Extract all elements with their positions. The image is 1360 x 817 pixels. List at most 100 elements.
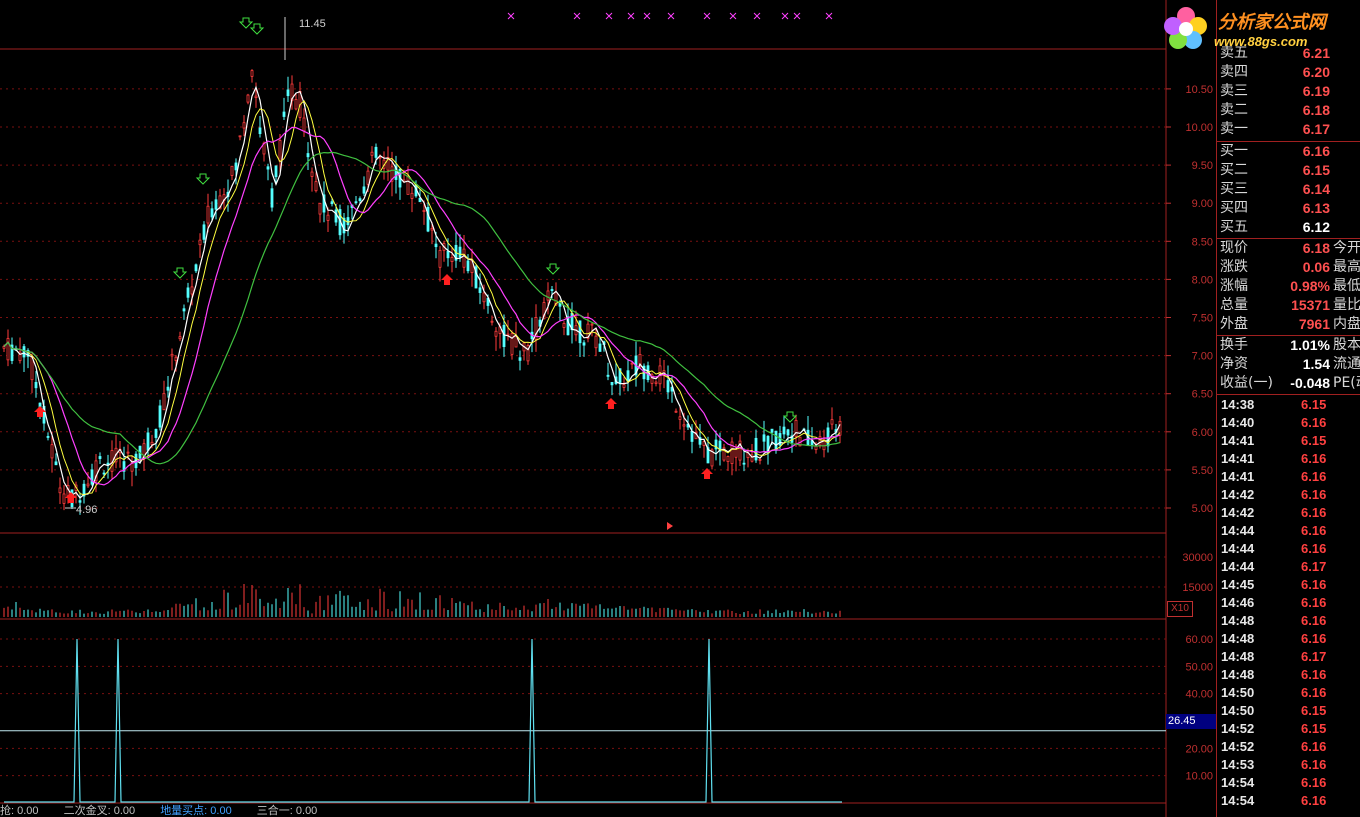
candle-body [274, 165, 278, 178]
candle-body [582, 342, 586, 346]
tick-row: 14:42 6.16 [1217, 486, 1360, 504]
tick-time: 14:46 [1221, 595, 1255, 610]
tick-price: 6.15 [1301, 397, 1327, 412]
candle-body [238, 135, 242, 138]
quote-value: 6.13 [1302, 200, 1330, 216]
indicator-current-value: 26.45 [1166, 714, 1218, 729]
tick-row: 14:38 6.15 [1217, 396, 1360, 414]
indicator-legend-item: 抢: 0.00 [0, 805, 39, 817]
quote-label: 收益(一) [1220, 375, 1273, 391]
candle-body [786, 429, 790, 436]
tick-time: 14:54 [1221, 793, 1255, 808]
tick-time: 14:52 [1221, 739, 1255, 754]
sell-signal-icon [545, 263, 561, 275]
candle-body [682, 424, 686, 427]
quote-label: 净资 [1220, 356, 1248, 372]
candle-body [726, 456, 730, 462]
price-tick-label: 7.50 [1192, 313, 1213, 325]
tick-price: 6.16 [1301, 685, 1327, 700]
tick-price: 6.16 [1301, 541, 1327, 556]
candle-body [50, 444, 54, 459]
candle-body [678, 416, 682, 420]
tick-time: 14:44 [1221, 523, 1255, 538]
candle-body [166, 386, 170, 391]
candle-body [654, 381, 658, 384]
candle-body [254, 95, 258, 98]
indicator-tick-label: 20.00 [1185, 743, 1213, 755]
site-logo[interactable]: 分析家公式网 www.88gs.com [1158, 0, 1360, 56]
sell-signal-icon [195, 173, 211, 185]
candle-body [146, 432, 150, 451]
tick-row: 14:41 6.15 [1217, 432, 1360, 450]
candle-body [190, 286, 194, 295]
tick-time: 14:48 [1221, 649, 1255, 664]
tick-time: 14:41 [1221, 451, 1255, 466]
candle-body [194, 264, 198, 272]
quote-label: 总量 [1220, 297, 1248, 313]
candle-body [78, 500, 82, 503]
candle-body [266, 166, 270, 170]
quote-extra-label: 流通 [1333, 356, 1360, 372]
candle-body [374, 146, 378, 158]
indicator-legend-item: 地量买点: 0.00 [160, 805, 232, 817]
price-tick-label: 5.00 [1192, 503, 1213, 515]
candle-body [102, 472, 106, 475]
tick-price: 6.17 [1301, 649, 1327, 664]
tick-price: 6.16 [1301, 451, 1327, 466]
candle-body [22, 346, 26, 358]
kline-chart-canvas[interactable]: 10.50 10.00 9.50 9.00 8.50 8.00 7.50 7.00 6.50 6.… [0, 0, 1216, 817]
quote-row: 买五 6.12 [1217, 218, 1360, 237]
candle-body [502, 324, 506, 348]
candle-body [310, 171, 314, 177]
candle-body [830, 419, 834, 425]
candle-body [770, 428, 774, 433]
candle-body [58, 487, 62, 494]
tick-row: 14:48 6.16 [1217, 666, 1360, 684]
indicator-tick-label: 10.00 [1185, 771, 1213, 783]
quote-value: 6.20 [1302, 64, 1330, 80]
quote-label: 换手 [1220, 337, 1248, 353]
price-tick-label: 8.00 [1192, 274, 1213, 286]
candle-body [278, 140, 282, 162]
tick-price: 6.16 [1301, 523, 1327, 538]
candle-body [666, 380, 670, 393]
candle-body [150, 441, 154, 445]
tick-row: 14:52 6.15 [1217, 720, 1360, 738]
ma5-line [3, 85, 841, 499]
quote-extra-label: PE(动) [1333, 375, 1360, 391]
quote-row: 买一 6.16 [1217, 142, 1360, 161]
tick-price: 6.16 [1301, 667, 1327, 682]
event-marker-icon [507, 12, 515, 20]
tick-price: 6.15 [1301, 703, 1327, 718]
quote-row: 总量 15371 量比 [1217, 296, 1360, 315]
candle-body [182, 308, 186, 312]
quote-value: 6.18 [1302, 240, 1330, 256]
quote-row: 涨跌 0.06 最高 [1217, 258, 1360, 277]
tick-price: 6.15 [1301, 433, 1327, 448]
quote-extra-label: 最高 [1333, 259, 1360, 275]
candle-body [174, 356, 178, 361]
tick-time: 14:52 [1221, 721, 1255, 736]
candle-body [734, 448, 738, 458]
candle-body [674, 410, 678, 413]
price-tick-label: 6.50 [1192, 389, 1213, 401]
tick-time: 14:42 [1221, 505, 1255, 520]
price-tick-label: 9.00 [1192, 198, 1213, 210]
price-tick-label: 9.50 [1192, 160, 1213, 172]
quote-row: 外盘 7961 内盘 [1217, 315, 1360, 334]
sell-signal-icon [172, 267, 188, 279]
tick-row: 14:54 6.16 [1217, 792, 1360, 810]
tick-row: 14:50 6.15 [1217, 702, 1360, 720]
tick-row: 14:40 6.16 [1217, 414, 1360, 432]
candle-body [286, 89, 290, 97]
candle-body [366, 170, 370, 185]
candle-body [818, 436, 822, 446]
indicator-line [4, 638, 842, 803]
candle-body [242, 122, 246, 129]
tick-row: 14:50 6.16 [1217, 684, 1360, 702]
candle-body [158, 405, 162, 428]
tick-time: 14:48 [1221, 631, 1255, 646]
quote-row: 买二 6.15 [1217, 161, 1360, 180]
quote-label: 买五 [1220, 219, 1248, 235]
kline-chart-area[interactable]: 10.50 10.00 9.50 9.00 8.50 8.00 7.50 7.00 6.50 6.… [0, 0, 1213, 817]
